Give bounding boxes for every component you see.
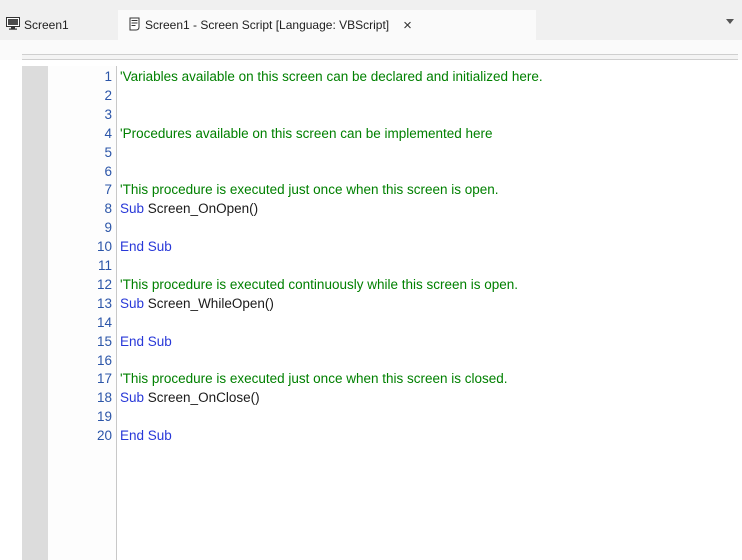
code-line[interactable]: 13 Sub Screen_WhileOpen() — [22, 295, 742, 311]
tab-screen1[interactable]: Screen1 — [6, 10, 69, 40]
tab-label: Screen1 — [24, 18, 69, 32]
code-text: 'Variables available on this screen can … — [120, 70, 543, 84]
code-text: End Sub — [120, 333, 172, 349]
code-text: Sub Screen_OnClose() — [120, 391, 260, 405]
code-keyword: Sub — [120, 390, 145, 406]
tab-screen-script[interactable]: Screen1 - Screen Script [Language: VBScr… — [118, 10, 536, 40]
script-icon — [128, 17, 141, 34]
code-line[interactable]: 16 — [22, 352, 742, 368]
chevron-down-icon[interactable] — [726, 19, 734, 24]
line-number: 11 — [97, 258, 112, 273]
line-number: 3 — [104, 106, 112, 122]
code-comment: 'This procedure is executed just once wh… — [120, 182, 499, 198]
code-line[interactable]: 14 — [22, 314, 742, 330]
code-identifier: Screen_OnOpen() — [144, 201, 259, 217]
line-number: 7 — [104, 182, 112, 198]
line-number: 15 — [96, 333, 112, 349]
line-number: 5 — [104, 144, 112, 160]
code-identifier: Screen_OnClose() — [144, 390, 260, 406]
line-number: 13 — [96, 295, 112, 311]
line-number: 18 — [96, 390, 112, 406]
code-comment: 'Variables available on this screen can … — [120, 69, 543, 84]
code-line[interactable]: 2 — [22, 87, 742, 103]
code-line[interactable]: 5 — [22, 144, 742, 160]
code-line[interactable]: 15 End Sub — [22, 333, 742, 349]
tab-label: Screen1 - Screen Script [Language: VBScr… — [145, 18, 390, 32]
code-line[interactable]: 19 — [22, 410, 742, 424]
code-line[interactable]: 20 End Sub — [22, 429, 742, 443]
code-identifier: Screen_WhileOpen() — [144, 295, 274, 311]
code-line[interactable]: 4 'Procedures available on this screen ca… — [22, 125, 742, 141]
code-text: 'Procedures available on this screen can… — [120, 125, 493, 141]
line-number: 6 — [104, 163, 112, 179]
code-text: 'This procedure is executed continuously… — [120, 276, 519, 292]
code-text: End Sub — [120, 429, 172, 443]
code-keyword: Sub — [120, 295, 145, 311]
code-keyword: Sub — [120, 201, 145, 217]
line-number: 17 — [96, 371, 112, 387]
line-number: 14 — [96, 314, 112, 330]
code-line[interactable]: 9 — [22, 221, 742, 235]
code-line[interactable]: 3 — [22, 106, 742, 122]
code-line[interactable]: 11 — [22, 259, 742, 273]
code-comment: 'This procedure is executed continuously… — [120, 276, 519, 292]
code-line[interactable]: 10 End Sub — [22, 240, 742, 254]
line-number: 10 — [96, 239, 112, 255]
code-text: Sub Screen_WhileOpen() — [120, 295, 274, 311]
code-keyword: End Sub — [120, 239, 172, 255]
line-number: 9 — [104, 220, 112, 236]
line-number: 2 — [104, 87, 112, 103]
code-text: End Sub — [120, 240, 172, 254]
code-keyword: End Sub — [120, 428, 172, 444]
code-line[interactable]: 7 'This procedure is executed just once w… — [22, 183, 742, 197]
code-line[interactable]: 1 'Variables available on this screen can… — [22, 70, 742, 84]
line-number: 8 — [104, 201, 112, 217]
code-editor[interactable]: 1 'Variables available on this screen can… — [22, 66, 742, 560]
splitter-bar[interactable] — [22, 54, 738, 60]
code-keyword: End Sub — [120, 333, 172, 349]
code-text: 'This procedure is executed just once wh… — [120, 372, 508, 386]
line-number: 16 — [96, 352, 112, 368]
code-line[interactable]: 8 Sub Screen_OnOpen() — [22, 202, 742, 216]
code-line[interactable]: 18 Sub Screen_OnClose() — [22, 391, 742, 405]
code-text: Sub Screen_OnOpen() — [120, 202, 258, 216]
code-comment: 'Procedures available on this screen can… — [120, 125, 493, 141]
document-tab-bar: Screen1 Screen1 - Screen Script [Languag… — [0, 0, 742, 40]
code-comment: 'This procedure is executed just once wh… — [120, 371, 508, 387]
code-line[interactable]: 17 'This procedure is executed just once … — [22, 372, 742, 386]
close-icon[interactable]: × — [403, 17, 412, 34]
monitor-icon — [6, 17, 20, 33]
line-number: 4 — [104, 125, 112, 141]
code-line[interactable]: 6 — [22, 163, 742, 179]
line-number: 20 — [96, 428, 112, 444]
line-number: 1 — [104, 69, 112, 84]
line-number: 19 — [96, 409, 112, 425]
code-line[interactable]: 12 'This procedure is executed continuous… — [22, 276, 742, 292]
line-number: 12 — [96, 276, 112, 292]
code-text: 'This procedure is executed just once wh… — [120, 183, 499, 197]
